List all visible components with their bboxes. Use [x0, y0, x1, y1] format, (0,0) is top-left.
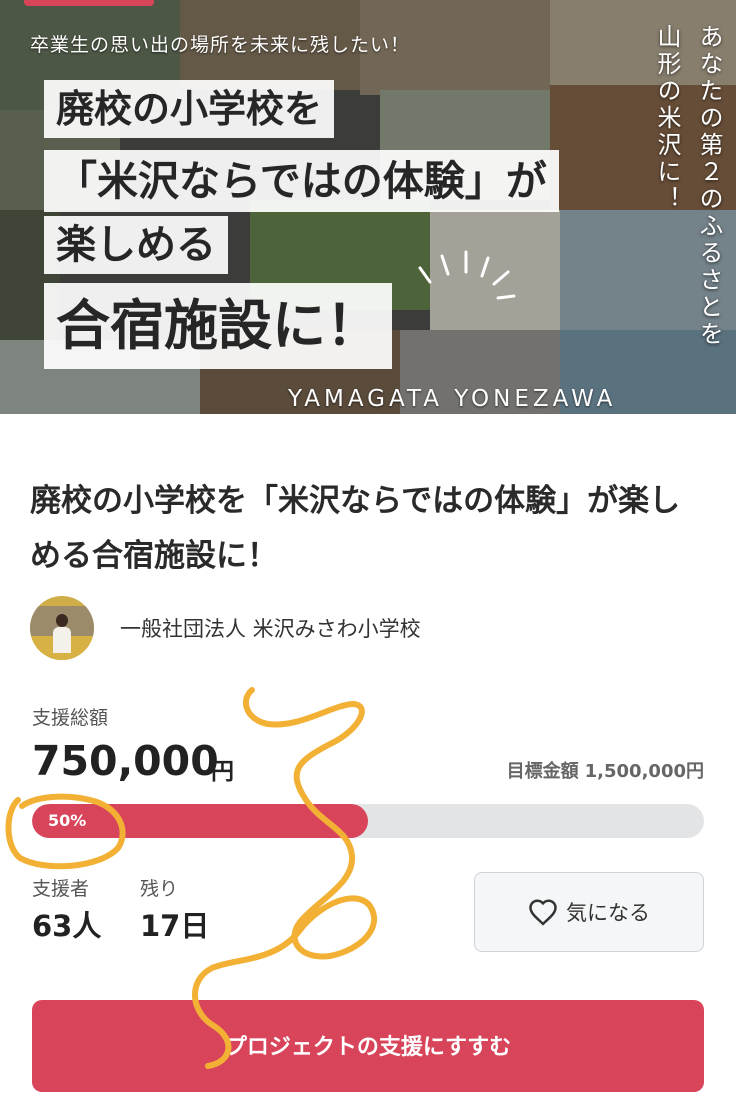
hero-banner: 卒業生の思い出の場所を未来に残したい！ 廃校の小学校を 「米沢ならではの体験」が… — [0, 0, 736, 414]
favorite-label: 気になる — [566, 902, 650, 925]
hero-accent-tab — [24, 0, 154, 6]
hero-headline-line-2: 「米沢ならではの体験」が — [44, 150, 559, 212]
progress-bar: 50% — [32, 804, 704, 838]
backers-label: 支援者 — [32, 878, 90, 900]
goal-amount: 目標金額 1,500,000円 — [501, 757, 704, 783]
total-label: 支援総額 — [32, 707, 109, 729]
hero-vertical-text-left: 山形の米沢に！ — [653, 24, 681, 213]
organizer[interactable]: 一般社団法人 米沢みさわ小学校 — [30, 596, 421, 660]
hero-headline-line-1: 廃校の小学校を — [44, 80, 335, 138]
sparkle-lines-icon — [418, 250, 516, 300]
remaining-days: 17日 — [140, 909, 210, 943]
hero-vertical-text-right: あなたの第２のふるさとを — [695, 24, 723, 348]
backers-count: 63人 — [32, 909, 102, 943]
currency-unit: 円 — [211, 759, 234, 785]
hero-headline-line-4: 合宿施設に！ — [44, 283, 392, 369]
project-title: 廃校の小学校を「米沢ならではの体験」が楽しめる合宿施設に！ — [30, 483, 681, 574]
goal-value: 1,500,000円 — [584, 761, 704, 782]
progress-bar-fill: 50% — [32, 804, 368, 838]
goal-label: 目標金額 — [506, 761, 579, 782]
remaining-label: 残り — [140, 878, 179, 900]
heart-icon — [529, 899, 557, 926]
hero-tagline: 卒業生の思い出の場所を未来に残したい！ — [30, 34, 411, 56]
organizer-name[interactable]: 一般社団法人 米沢みさわ小学校 — [120, 613, 421, 643]
avatar[interactable] — [30, 596, 94, 660]
total-amount: 750,000 — [32, 737, 219, 785]
support-project-button[interactable]: プロジェクトの支援にすすむ — [32, 1000, 704, 1092]
favorite-button[interactable]: 気になる — [474, 872, 704, 952]
progress-percent: 50% — [48, 811, 87, 830]
hero-location: YAMAGATA YONEZAWA — [288, 386, 617, 412]
hero-headline-line-3: 楽しめる — [44, 216, 228, 274]
